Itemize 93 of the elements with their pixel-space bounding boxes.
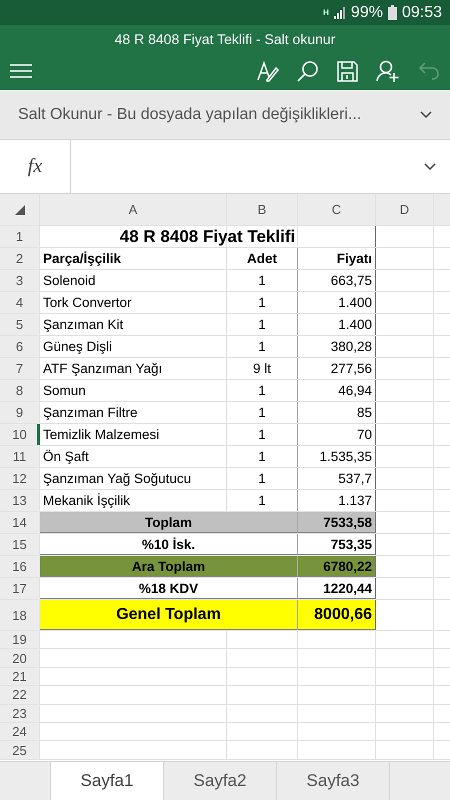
column-header[interactable]: A [40,194,227,225]
pen-icon[interactable] [257,60,279,82]
row-header[interactable]: 23 [0,704,40,722]
table-cell: 1 [227,336,298,357]
row-header[interactable]: 19 [0,631,40,648]
row-header[interactable]: 13 [0,490,40,511]
table-cell: 6780,22 [298,556,376,577]
table-cell: 1 [227,402,298,423]
table-cell: 7533,58 [298,512,376,533]
table-cell: 1 [227,490,298,511]
clock: 09:53 [402,4,442,22]
window-title: 48 R 8408 Fiyat Teklifi - Salt okunur [114,30,336,46]
save-icon[interactable] [337,60,358,82]
network-indicator: H [323,8,329,16]
row-header[interactable]: 6 [0,336,40,357]
table-cell: 1 [227,314,298,335]
column-header[interactable]: D [376,194,434,225]
table-cell: Fiyatı [298,248,376,269]
table-cell: 46,94 [298,380,376,401]
table-cell: Tork Convertor [40,292,227,313]
table-cell: 1 [227,380,298,401]
table-cell: Adet [227,248,298,269]
table-cell: 537,7 [298,468,376,489]
battery-level: 99% [350,4,383,22]
table-cell: %10 İsk. [40,534,298,555]
add-person-icon[interactable] [376,60,400,82]
table-cell: 8000,66 [298,600,376,630]
function-label[interactable]: fx [28,155,42,178]
signal-icon [334,6,346,18]
table-cell: Şanzıman Filtre [40,402,227,423]
sheet-tab[interactable]: Sayfa1 [51,762,164,800]
table-cell: 1 [227,424,298,445]
table-cell: Toplam [40,512,298,533]
table-cell: Güneş Dişli [40,336,227,357]
table-cell: Parça/İşçilik [40,248,227,269]
row-header[interactable]: 20 [0,649,40,667]
table-cell: 1 [227,468,298,489]
column-header[interactable]: B [227,194,298,225]
table-cell: Ara Toplam [40,556,298,577]
table-cell: ATF Şanzıman Yağı [40,358,227,379]
table-cell: 1.400 [298,292,376,313]
table-cell: Temizlik Malzemesi [40,424,227,445]
row-header[interactable]: 5 [0,314,40,335]
select-all-icon[interactable] [14,204,24,214]
row-header[interactable]: 11 [0,446,40,467]
table-cell: 1.400 [298,314,376,335]
table-cell: Genel Toplam [40,600,298,630]
row-header[interactable]: 3 [0,270,40,291]
table-cell: Ön Şaft [40,446,227,467]
table-cell: %18 KDV [40,578,298,599]
row-header[interactable]: 21 [0,668,40,686]
row-header[interactable]: 15 [0,534,40,555]
column-header[interactable]: C [298,194,376,225]
row-header[interactable]: 25 [0,741,40,759]
row-header[interactable]: 4 [0,292,40,313]
row-header[interactable]: 10 [0,424,40,445]
table-cell: Şanzıman Yağ Soğutucu [40,468,227,489]
read-only-message: Salt Okunur - Bu dosyada yapılan değişiklikleri... [18,106,362,124]
table-cell: 1220,44 [298,578,376,599]
chevron-down-icon[interactable] [424,163,436,170]
menu-icon[interactable] [10,64,32,78]
table-cell: 277,56 [298,358,376,379]
table-cell: 70 [298,424,376,445]
table-cell: 753,35 [298,534,376,555]
row-header[interactable]: 2 [0,248,40,269]
row-header[interactable]: 22 [0,686,40,704]
row-header[interactable]: 8 [0,380,40,401]
table-cell: 1 [227,446,298,467]
table-cell: 380,28 [298,336,376,357]
row-header[interactable]: 18 [0,600,40,630]
table-cell: Şanzıman Kit [40,314,227,335]
row-header[interactable]: 24 [0,722,40,740]
table-cell: Somun [40,380,227,401]
table-cell: 1 [227,292,298,313]
row-header[interactable]: 16 [0,556,40,577]
table-cell: 1.535,35 [298,446,376,467]
row-header[interactable]: 14 [0,512,40,533]
row-header[interactable]: 7 [0,358,40,379]
row-header[interactable]: 12 [0,468,40,489]
table-cell: 85 [298,402,376,423]
table-cell: Solenoid [40,270,227,291]
battery-icon [388,5,397,20]
chevron-down-icon[interactable] [420,111,432,118]
search-icon[interactable] [297,60,319,82]
table-cell: 48 R 8408 Fiyat Teklifi [40,226,376,247]
table-cell: 663,75 [298,270,376,291]
row-header[interactable]: 9 [0,402,40,423]
row-header[interactable]: 17 [0,578,40,599]
table-cell: Mekanik İşçilik [40,490,227,511]
table-cell: 1 [227,270,298,291]
table-cell: 1.137 [298,490,376,511]
table-cell: 9 lt [227,358,298,379]
row-header[interactable]: 1 [0,226,40,247]
